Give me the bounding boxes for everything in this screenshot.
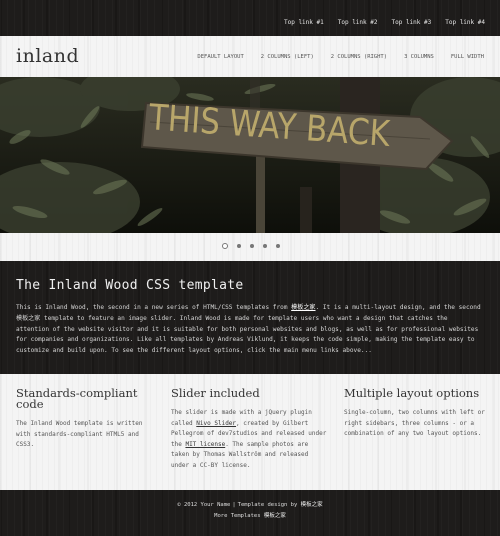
nivo-slider-link[interactable]: Nivo Slider: [196, 420, 236, 427]
footer-design-link[interactable]: 模板之家: [301, 502, 323, 508]
slider-dot-4[interactable]: [263, 244, 267, 248]
mit-license-link[interactable]: MIT license: [185, 441, 225, 448]
intro-section: The Inland Wood CSS template This is Inl…: [0, 261, 500, 374]
slider-dot-1[interactable]: [222, 243, 228, 249]
top-bar: Top link #1 Top link #2 Top link #3 Top …: [0, 0, 500, 36]
nav-2-columns-left[interactable]: 2 COLUMNS (LEFT): [261, 54, 314, 60]
feature-title: Multiple layout options: [344, 386, 480, 400]
intro-title: The Inland Wood CSS template: [16, 278, 244, 293]
top-link-3[interactable]: Top link #3: [392, 19, 432, 26]
footer-more-link[interactable]: 模板之家: [264, 513, 286, 519]
slider-dot-3[interactable]: [250, 244, 254, 248]
feature-standards: Standards-compliant code The Inland Wood…: [16, 386, 156, 451]
slider-controls: [0, 233, 500, 261]
top-links: Top link #1 Top link #2 Top link #3 Top …: [270, 19, 485, 26]
slider-dot-5[interactable]: [276, 244, 280, 248]
slider-dots: [222, 243, 289, 249]
nav-2-columns-right[interactable]: 2 COLUMNS (RIGHT): [331, 54, 387, 60]
slider-image[interactable]: THIS WAY BACK: [0, 77, 500, 233]
feature-layouts: Multiple layout options Single-column, t…: [344, 386, 486, 440]
top-link-1[interactable]: Top link #1: [284, 19, 324, 26]
site-footer: © 2012 Your Name | Template design by 模板之家…: [0, 490, 500, 536]
slider-dot-2[interactable]: [237, 244, 241, 248]
site-header: inland DEFAULT LAYOUT 2 COLUMNS (LEFT) 2…: [0, 36, 500, 77]
footer-line-1: © 2012 Your Name | Template design by 模板之家: [177, 502, 323, 508]
site-logo[interactable]: inland: [16, 45, 79, 67]
feature-text: Single-column, two columns with left or …: [344, 409, 485, 437]
main-nav: DEFAULT LAYOUT 2 COLUMNS (LEFT) 2 COLUMN…: [180, 54, 484, 60]
intro-text: This is Inland Wood, the second in a new…: [16, 304, 481, 355]
nav-3-columns[interactable]: 3 COLUMNS: [404, 54, 434, 60]
footer-line-2: More Templates 模板之家: [214, 513, 286, 519]
feature-slider: Slider included The slider is made with …: [171, 386, 329, 471]
feature-columns: Standards-compliant code The Inland Wood…: [0, 374, 500, 490]
feature-text: The slider is made with a jQuery plugin …: [171, 409, 327, 469]
forest-sign-photo: THIS WAY BACK: [0, 77, 500, 233]
intro-link[interactable]: 模板之家: [291, 304, 315, 311]
top-link-2[interactable]: Top link #2: [338, 19, 378, 26]
feature-title: Slider included: [171, 386, 260, 400]
nav-full-width[interactable]: FULL WIDTH: [451, 54, 484, 60]
top-link-4[interactable]: Top link #4: [445, 19, 485, 26]
feature-title: Standards-compliant code: [16, 386, 138, 411]
nav-default-layout[interactable]: DEFAULT LAYOUT: [197, 54, 243, 60]
feature-text: The Inland Wood template is written with…: [16, 420, 143, 448]
